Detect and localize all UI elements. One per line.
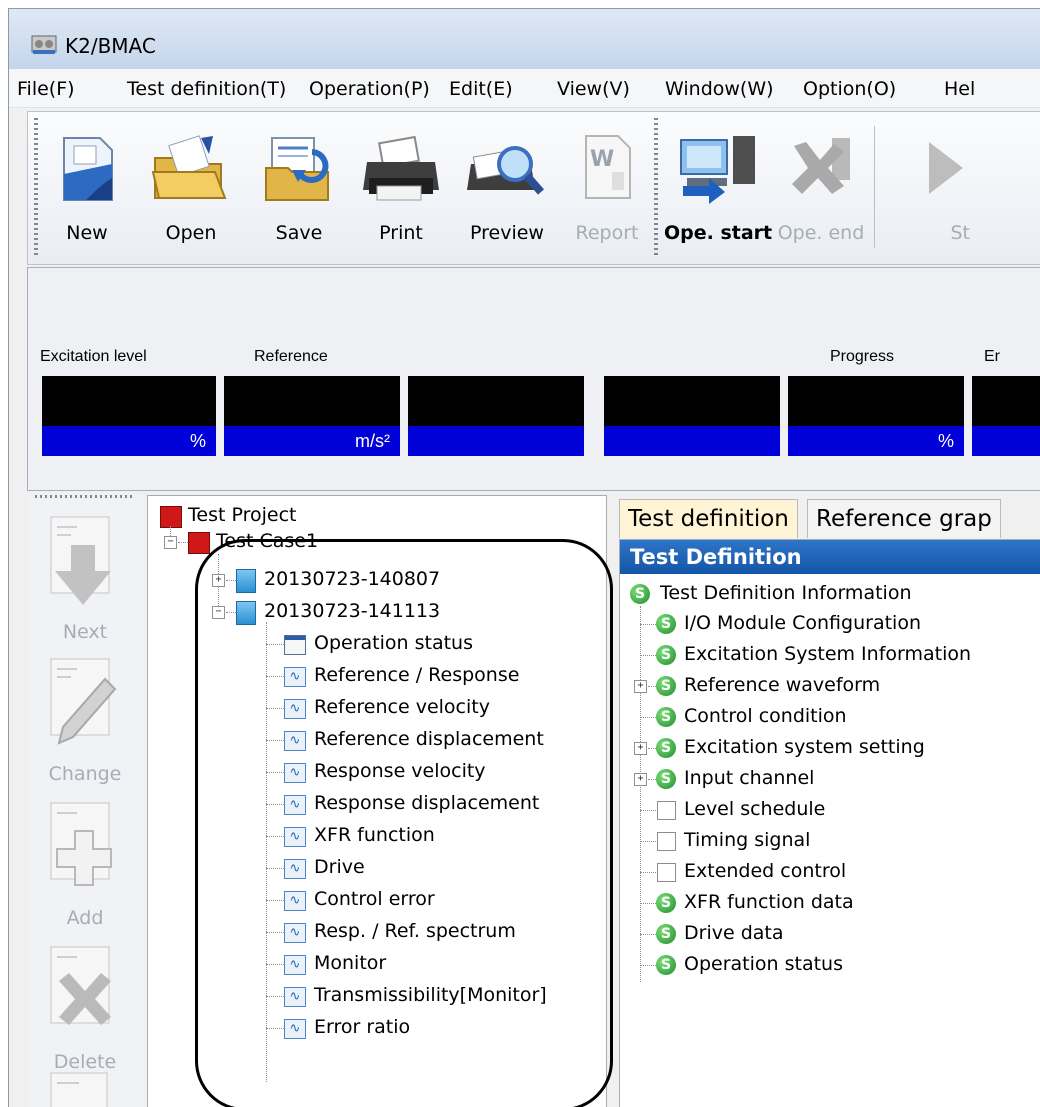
- blank-meter-2: [604, 376, 780, 456]
- empty-checkbox-icon: [657, 863, 676, 882]
- menu-edit[interactable]: Edit(E): [449, 78, 513, 100]
- new-document-icon: [63, 137, 113, 201]
- status-panel: Excitation level Reference Progress Er %…: [27, 267, 1040, 491]
- setting-s-icon: S: [656, 924, 676, 944]
- toolbar-separator: [874, 126, 875, 248]
- add-plus-icon: [50, 802, 112, 886]
- title-bar: K2/BMAC: [9, 9, 1040, 69]
- new-button[interactable]: New: [42, 112, 132, 262]
- menu-window[interactable]: Window(W): [665, 78, 774, 100]
- menu-bar: File(F) Test definition(T) Operation(P) …: [9, 69, 1040, 108]
- main-toolbar: New Open Save Print Preview W Report Ope…: [27, 111, 1040, 265]
- open-folder-icon: [151, 135, 227, 199]
- operation-end-icon: [792, 138, 850, 194]
- report-button[interactable]: W Report: [564, 112, 650, 262]
- add-button[interactable]: Add: [27, 789, 143, 931]
- delete-x-icon: [50, 946, 111, 1025]
- tab-reference-graph[interactable]: Reference grap: [807, 499, 1001, 538]
- preview-button[interactable]: Preview: [454, 112, 560, 262]
- main-window: K2/BMAC File(F) Test definition(T) Opera…: [8, 8, 1040, 1107]
- case-icon: [188, 532, 210, 554]
- reference-label: Reference: [254, 348, 328, 365]
- print-button[interactable]: Print: [352, 112, 450, 262]
- tab-bar: Test definition Reference grap: [619, 495, 1040, 539]
- start-button[interactable]: St: [880, 112, 970, 262]
- side-toolbar-grip[interactable]: [35, 495, 135, 498]
- error-label: Er: [984, 348, 1000, 365]
- tab-test-definition[interactable]: Test definition: [619, 499, 798, 538]
- menu-help[interactable]: Hel: [944, 78, 975, 100]
- setting-s-icon: S: [656, 738, 676, 758]
- empty-checkbox-icon: [657, 801, 676, 820]
- change-pencil-icon: [50, 658, 117, 745]
- app-icon: [31, 35, 57, 54]
- progress-unit: %: [788, 426, 964, 456]
- setting-s-icon: S: [656, 707, 676, 727]
- progress-label: Progress: [830, 348, 895, 365]
- svg-text:W: W: [590, 147, 614, 172]
- printer-icon: [363, 135, 439, 201]
- toolbar-grip-2[interactable]: [654, 118, 658, 258]
- setting-s-icon: S: [630, 584, 650, 604]
- definition-tree: S Test Definition Information S I/O Modul…: [620, 580, 1040, 1100]
- toolbar-grip[interactable]: [34, 118, 38, 258]
- open-button[interactable]: Open: [136, 112, 246, 262]
- menu-option[interactable]: Option(O): [803, 78, 896, 100]
- excitation-level-meter: %: [42, 376, 216, 456]
- operation-end-button[interactable]: Ope. end: [774, 112, 868, 262]
- definition-panel: Test Definition S Test Definition Inform…: [619, 539, 1040, 1107]
- side-toolbar: Next Change Add Delete: [27, 495, 143, 1107]
- next-button[interactable]: Next: [27, 503, 143, 645]
- change-button[interactable]: Change: [27, 645, 143, 787]
- project-icon: [160, 506, 182, 528]
- save-icon: [265, 137, 329, 201]
- save-button[interactable]: Save: [250, 112, 348, 262]
- setting-s-icon: S: [656, 645, 676, 665]
- more-document-icon: [50, 1072, 108, 1107]
- excitation-unit: %: [42, 426, 216, 456]
- menu-test-definition[interactable]: Test definition(T): [127, 78, 286, 100]
- expand-icon[interactable]: +: [634, 742, 647, 755]
- highlight-oval: [195, 539, 613, 1107]
- operation-start-button[interactable]: Ope. start: [664, 112, 772, 262]
- operation-start-icon: [680, 136, 755, 204]
- setting-s-icon: S: [656, 614, 676, 634]
- menu-file[interactable]: File(F): [17, 78, 75, 100]
- definition-header: Test Definition: [620, 540, 1040, 574]
- menu-operation[interactable]: Operation(P): [309, 78, 430, 100]
- start-play-icon: [929, 142, 963, 194]
- window-title: K2/BMAC: [65, 34, 156, 58]
- reference-meter: m/s²: [224, 376, 400, 456]
- next-arrow-icon: [50, 516, 111, 605]
- excitation-level-label: Excitation level: [40, 348, 147, 365]
- progress-meter: %: [788, 376, 964, 456]
- setting-s-icon: S: [656, 893, 676, 913]
- print-preview-icon: [467, 146, 545, 195]
- empty-checkbox-icon: [657, 832, 676, 851]
- setting-s-icon: S: [656, 955, 676, 975]
- error-meter: [972, 376, 1040, 456]
- word-report-icon: W: [585, 135, 631, 199]
- setting-s-icon: S: [656, 676, 676, 696]
- collapse-icon[interactable]: −: [164, 536, 177, 549]
- reference-unit: m/s²: [224, 426, 400, 456]
- blank-meter-1: [408, 376, 584, 456]
- expand-icon[interactable]: +: [634, 680, 647, 693]
- expand-icon[interactable]: +: [634, 773, 647, 786]
- setting-s-icon: S: [656, 769, 676, 789]
- menu-view[interactable]: View(V): [557, 78, 630, 100]
- delete-button[interactable]: Delete: [27, 933, 143, 1075]
